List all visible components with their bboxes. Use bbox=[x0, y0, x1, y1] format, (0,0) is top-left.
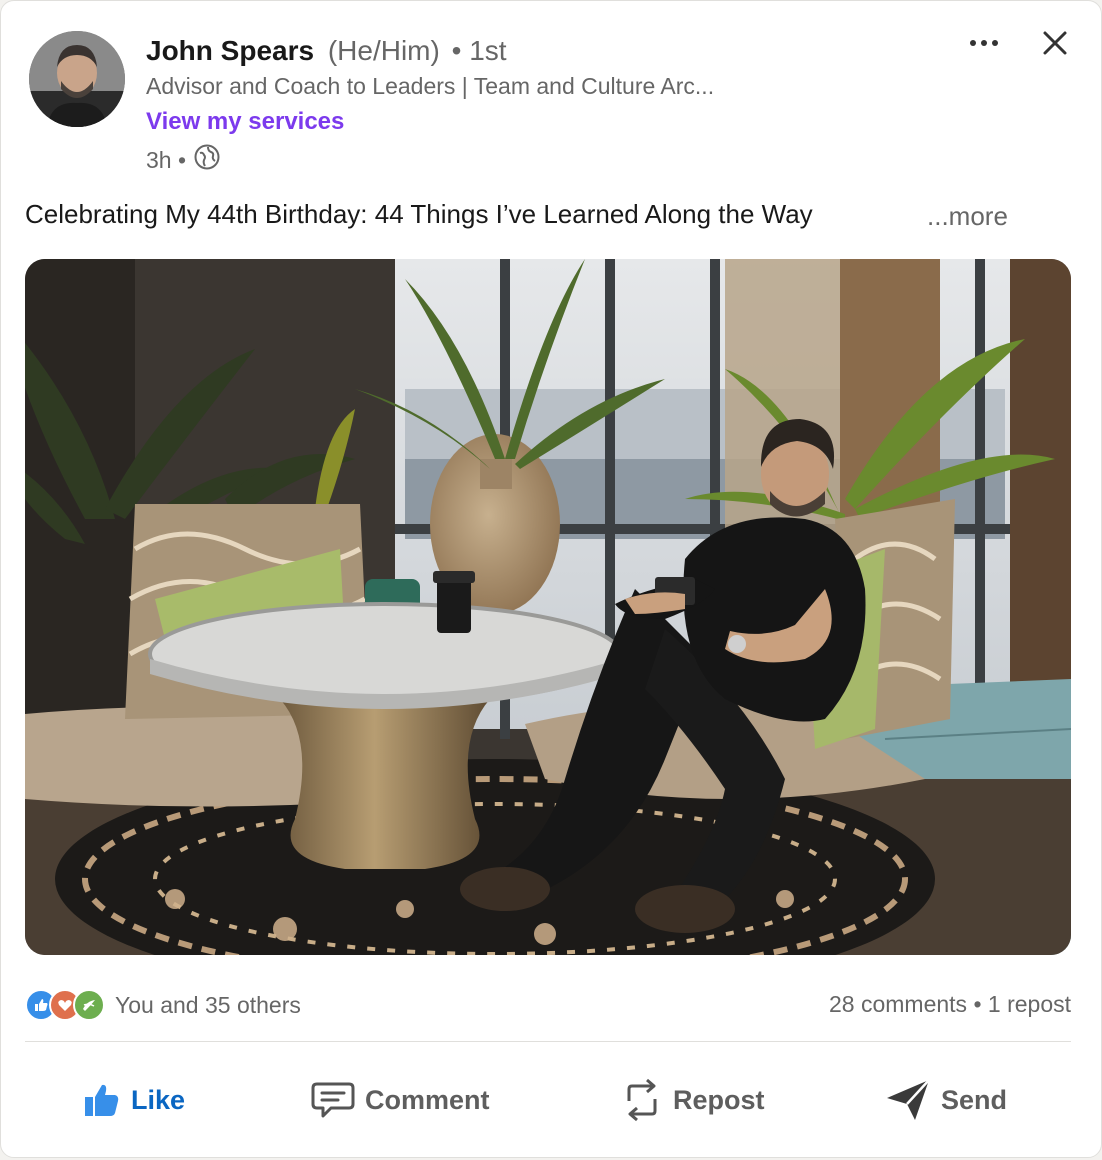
comment-button[interactable]: Comment bbox=[311, 1069, 490, 1131]
like-button[interactable]: Like bbox=[81, 1069, 185, 1131]
more-options-button[interactable] bbox=[963, 27, 1005, 59]
divider bbox=[25, 1041, 1071, 1042]
see-more-button[interactable]: ...more bbox=[927, 201, 1008, 232]
thumbs-up-icon bbox=[85, 1084, 119, 1116]
globe-icon bbox=[194, 144, 220, 176]
comments-reposts-count[interactable]: 28 comments • 1 repost bbox=[829, 991, 1071, 1018]
reaction-icons bbox=[25, 989, 105, 1021]
repost-label: Repost bbox=[673, 1084, 765, 1115]
repost-button[interactable]: Repost bbox=[621, 1069, 765, 1131]
support-reaction-icon bbox=[73, 989, 105, 1021]
reactions-text: You and 35 others bbox=[115, 991, 301, 1018]
author-name-line: John Spears (He/Him) • 1st bbox=[146, 35, 507, 67]
comment-label: Comment bbox=[365, 1084, 490, 1115]
post-time: 3h • bbox=[146, 146, 187, 173]
ellipsis-icon bbox=[970, 40, 998, 46]
feed-post-card: John Spears (He/Him) • 1st Advisor and C… bbox=[0, 0, 1102, 1158]
author-headline: Advisor and Coach to Leaders | Team and … bbox=[146, 73, 715, 99]
post-image[interactable] bbox=[25, 259, 1071, 955]
send-label: Send bbox=[941, 1084, 1008, 1115]
close-icon bbox=[1043, 31, 1067, 55]
dismiss-post-button[interactable] bbox=[1035, 23, 1075, 63]
like-label: Like bbox=[131, 1084, 186, 1115]
send-button[interactable]: Send bbox=[885, 1069, 1007, 1131]
view-services-link[interactable]: View my services bbox=[146, 108, 344, 136]
author-pronouns: (He/Him) bbox=[327, 35, 440, 66]
repost-icon bbox=[627, 1078, 657, 1122]
send-icon bbox=[887, 1079, 930, 1120]
author-avatar[interactable] bbox=[29, 31, 125, 127]
author-name[interactable]: John Spears bbox=[146, 35, 314, 66]
post-meta: 3h • bbox=[146, 144, 220, 176]
comment-icon bbox=[311, 1082, 355, 1118]
connection-degree: • 1st bbox=[451, 35, 507, 66]
reactions-summary[interactable]: You and 35 others bbox=[25, 989, 301, 1021]
post-text: Celebrating My 44th Birthday: 44 Things … bbox=[25, 199, 813, 229]
